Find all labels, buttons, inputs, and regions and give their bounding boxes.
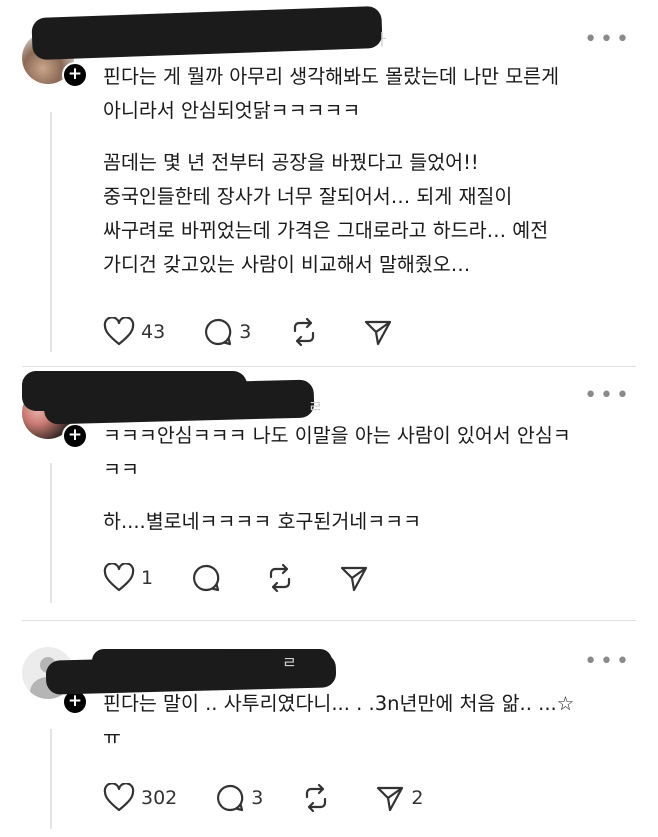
redaction-edge: ㄹ [308,397,323,416]
send-icon [365,320,392,346]
repost-icon [294,317,315,347]
reply-count: 3 [251,787,264,809]
reply-button[interactable] [191,563,227,593]
heart-icon [103,317,135,346]
post-body: ㅋㅋㅋ안심ㅋㅋㅋ 나도 이말을 아는 사람이 있어서 안심ㅋ ㅋㅋ 하....별… [103,419,633,539]
comment-bubble-icon [205,318,232,346]
more-options-icon[interactable]: ••• [584,385,632,407]
redaction-edge: ㄹ [282,653,297,672]
repost-button[interactable] [289,317,325,347]
share-button[interactable] [339,563,375,593]
like-count: 1 [141,567,154,589]
redacted-username [31,5,383,61]
repost-button[interactable] [265,563,301,593]
reply-button[interactable]: 3 [203,317,251,347]
like-count: 43 [141,321,166,343]
post-paragraph: 하....별로네ㅋㅋㅋㅋ 호구된거네ㅋㅋㅋ [103,510,422,533]
more-options-icon[interactable]: ••• [584,651,632,673]
thread-line [50,463,52,603]
post: + ㄹ ••• 핀다는 말이 .. 사투리였다니... . .3n년만에 처음 … [0,621,658,837]
repost-button[interactable] [301,783,337,813]
thread-line [50,112,52,352]
post: + ㅏ ••• 핀다는 게 뭘까 아무리 생각해봐도 몰랐는데 나만 모른게 아… [0,0,658,366]
post: + ㄹ ••• ㅋㅋㅋ안심ㅋㅋㅋ 나도 이말을 아는 사람이 있어서 안심ㅋ ㅋ… [0,367,658,619]
redacted-username [43,379,315,425]
like-button[interactable]: 43 [103,317,165,347]
send-icon [377,786,404,812]
share-button[interactable]: 2 [375,783,423,813]
thread-line [50,729,52,829]
action-bar: 43 3 [103,316,437,348]
repost-icon [269,563,291,593]
action-bar: 302 3 2 [103,782,461,814]
reply-count: 3 [239,321,252,343]
comment-bubble-icon [193,564,220,592]
follow-plus-icon[interactable]: + [62,423,88,449]
post-paragraph: ㅋㅋㅋ안심ㅋㅋㅋ 나도 이말을 아는 사람이 있어서 안심ㅋ ㅋㅋ [103,424,571,481]
like-button[interactable]: 1 [103,563,153,593]
redaction-edge: ㅏ [375,30,390,49]
like-button[interactable]: 302 [103,783,177,813]
share-count: 2 [411,787,424,809]
send-icon [340,566,368,592]
post-paragraph: 꼼데는 몇 년 전부터 공장을 바꿨다고 들었어!! 중국인들한테 장사가 너무… [103,151,549,276]
action-bar: 1 [103,562,413,594]
heart-icon [103,563,135,592]
comment-bubble-icon [217,784,244,812]
more-options-icon[interactable]: ••• [584,29,632,51]
like-count: 302 [141,787,178,809]
post-body: 핀다는 말이 .. 사투리였다니... . .3n년만에 처음 앎.. ...☆… [103,687,633,755]
post-body: 핀다는 게 뭘까 아무리 생각해봐도 몰랐는데 나만 모른게 아니라서 안심되엇… [103,60,633,282]
share-button[interactable] [363,317,399,347]
post-paragraph: 핀다는 게 뭘까 아무리 생각해봐도 몰랐는데 나만 모른게 아니라서 안심되엇… [103,65,560,122]
repost-icon [306,783,327,813]
post-paragraph: 핀다는 말이 .. 사투리였다니... . .3n년만에 처음 앎.. ...☆… [103,692,575,749]
heart-icon [103,783,135,812]
follow-plus-icon[interactable]: + [62,62,88,88]
reply-button[interactable]: 3 [215,783,263,813]
